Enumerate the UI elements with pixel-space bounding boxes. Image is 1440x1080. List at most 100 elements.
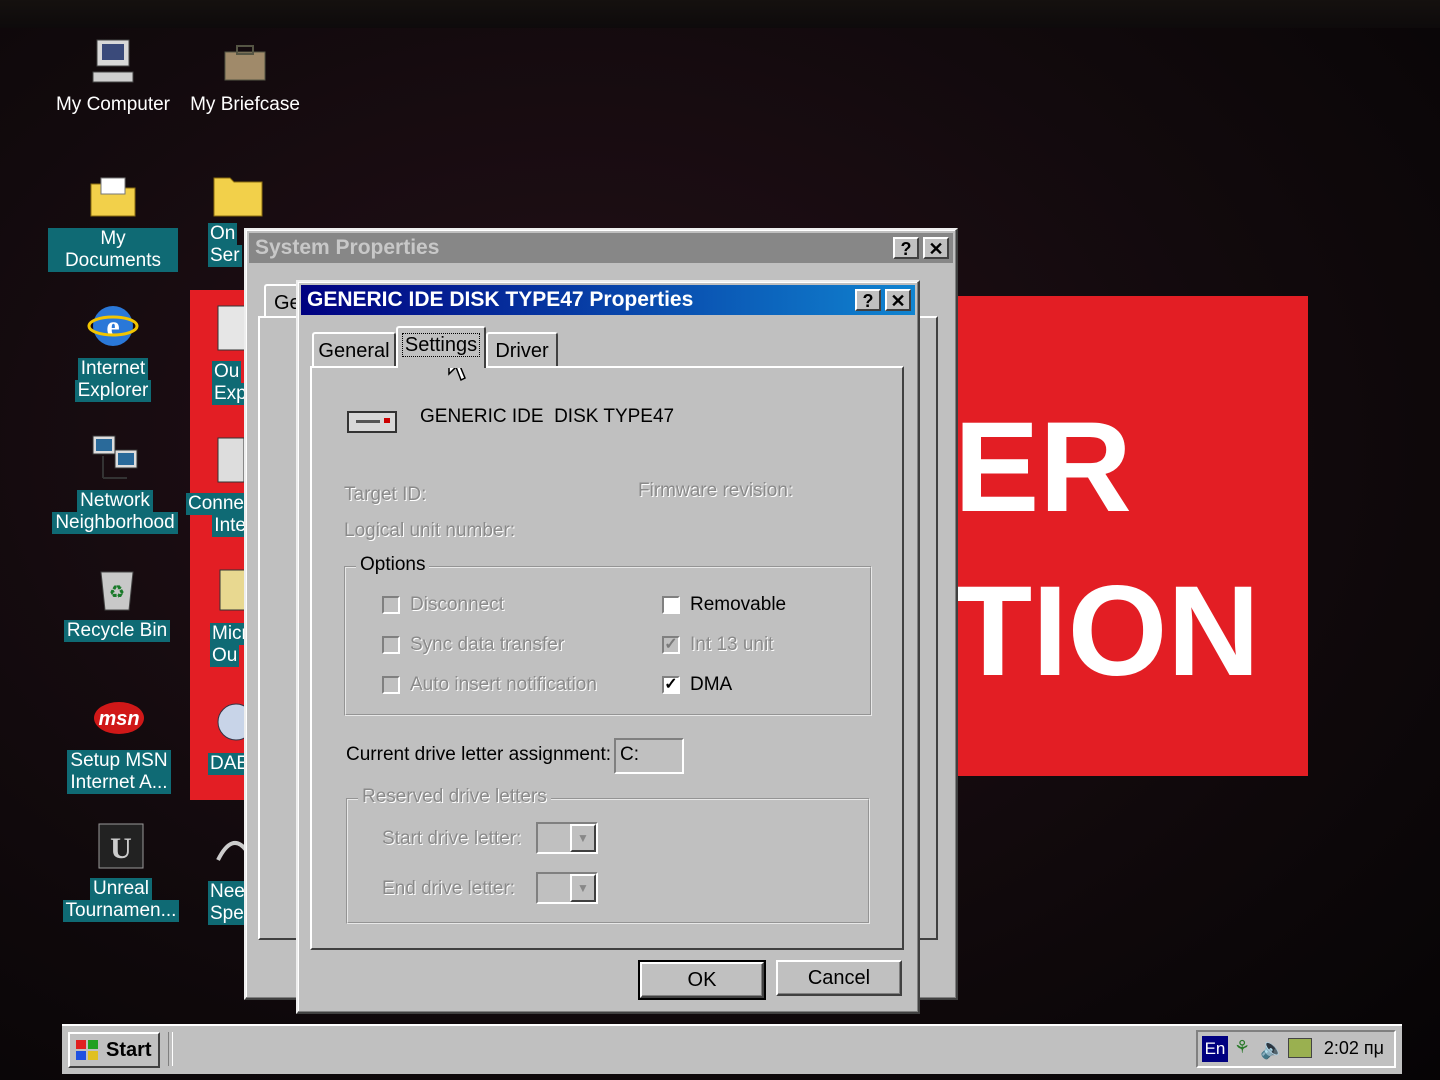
- firmware-revision-label: Firmware revision:: [638, 480, 794, 501]
- desktop-icon-label: My Computer: [55, 94, 171, 115]
- system-properties-title: System Properties: [255, 236, 440, 259]
- close-button[interactable]: ✕: [923, 237, 949, 259]
- start-drive-letter-select[interactable]: ▼: [536, 822, 598, 854]
- removable-label: Removable: [690, 594, 787, 615]
- desktop-icon-label-line2: Spe: [208, 903, 246, 925]
- desktop-icon-unreal-tournament[interactable]: U Unreal Tournamen...: [56, 820, 186, 922]
- windows-logo-icon: [76, 1040, 98, 1060]
- speed-icon: [216, 840, 248, 861]
- logical-unit-label: Logical unit number:: [344, 520, 516, 541]
- removable-checkbox[interactable]: [662, 596, 680, 614]
- desktop-icon-label-line2: Inte: [212, 515, 248, 537]
- svg-text:U: U: [110, 832, 132, 865]
- desktop-icon-label: Network: [77, 490, 153, 512]
- desktop-icon-internet-explorer[interactable]: e Internet Explorer: [48, 300, 178, 402]
- int13-checkbox[interactable]: ✓: [662, 636, 680, 654]
- auto-insert-label: Auto insert notification: [410, 674, 597, 695]
- desktop-icon-label-line2: Ser: [208, 245, 242, 267]
- desktop-icon-label: Conne: [186, 493, 246, 515]
- disconnect-label: Disconnect: [410, 594, 504, 615]
- svg-text:♻: ♻: [109, 582, 125, 602]
- cancel-button[interactable]: Cancel: [776, 960, 902, 996]
- wallpaper-text-er: ER: [954, 396, 1132, 539]
- volume-icon[interactable]: 🔈: [1260, 1036, 1285, 1061]
- desktop-icon-label: Unreal: [90, 878, 152, 900]
- auto-insert-checkbox[interactable]: [382, 676, 400, 694]
- desktop-icon-recycle-bin[interactable]: ♻ Recycle Bin: [52, 562, 182, 642]
- close-button[interactable]: ✕: [885, 289, 911, 311]
- chevron-down-icon: ▼: [570, 874, 596, 902]
- end-drive-letter-label: End drive letter:: [382, 878, 516, 899]
- computer-icon: [87, 36, 139, 88]
- svg-text:e: e: [106, 310, 119, 343]
- start-button[interactable]: Start: [68, 1032, 160, 1068]
- clock[interactable]: 2:02 пμ: [1324, 1038, 1384, 1059]
- end-drive-letter-select[interactable]: ▼: [536, 872, 598, 904]
- unreal-icon: U: [95, 820, 147, 872]
- start-label: Start: [106, 1039, 152, 1061]
- monitor-bezel: [0, 0, 1440, 30]
- quick-launch-divider: [168, 1032, 173, 1066]
- desktop-icon-label-line2: Explorer: [74, 380, 152, 402]
- system-properties-titlebar[interactable]: System Properties ? ✕: [249, 233, 953, 263]
- options-title: Options: [356, 554, 430, 576]
- dma-checkbox[interactable]: ✓: [662, 676, 680, 694]
- desktop-icon-label: My Briefcase: [190, 94, 300, 115]
- desktop-icon-my-briefcase[interactable]: My Briefcase: [180, 36, 310, 116]
- tab-settings[interactable]: Settings: [396, 326, 486, 368]
- desktop-icon-label-line2: Internet A...: [67, 772, 171, 794]
- recycle-bin-icon: ♻: [91, 562, 143, 614]
- device-name: GENERIC IDE DISK TYPE47: [420, 406, 675, 427]
- desktop-icon-label: Setup MSN: [67, 750, 171, 772]
- desktop-icon-label: Internet: [77, 358, 149, 380]
- desktop-icon-connect-internet[interactable]: Conne Inte: [186, 432, 248, 537]
- drive-letter-field[interactable]: C:: [614, 738, 684, 774]
- desktop-icon-label: Ou: [212, 361, 242, 383]
- reserved-drive-letters-groupbox: Reserved drive letters Start drive lette…: [346, 786, 870, 924]
- desktop-icon-label: Nee: [208, 881, 247, 903]
- briefcase-icon: [219, 36, 271, 88]
- wallpaper-text-tion: TION: [954, 560, 1260, 703]
- options-groupbox: Options Disconnect Sync data transfer Au…: [344, 554, 872, 716]
- disk-properties-titlebar[interactable]: GENERIC IDE DISK TYPE47 Properties ? ✕: [301, 285, 915, 315]
- desktop-icon-label-line2: Ou: [210, 645, 240, 667]
- desktop-icon-label-line2: Tournamen...: [62, 900, 180, 922]
- desktop-icon-my-documents[interactable]: My Documents: [48, 170, 178, 272]
- dialog-title: GENERIC IDE DISK TYPE47 Properties: [307, 288, 694, 311]
- desktop-icon-label: My Documents: [48, 228, 178, 272]
- tab-general[interactable]: General: [312, 332, 396, 366]
- start-drive-letter-label: Start drive letter:: [382, 828, 522, 849]
- connect-icon: [217, 437, 245, 483]
- language-indicator[interactable]: En: [1202, 1036, 1228, 1062]
- desktop-icon-my-computer[interactable]: My Computer: [48, 36, 178, 116]
- disconnect-checkbox[interactable]: [382, 596, 400, 614]
- display-tray-icon[interactable]: [1288, 1038, 1312, 1058]
- drive-letter-label: Current drive letter assignment:: [346, 744, 612, 765]
- svg-text:msn: msn: [98, 708, 139, 730]
- desktop-icon-label-line2: Neighborhood: [52, 512, 178, 534]
- system-tray: En ⚘ 🔈 2:02 пμ: [1196, 1030, 1396, 1068]
- sync-data-transfer-label: Sync data transfer: [410, 634, 565, 655]
- disk-properties-dialog[interactable]: GENERIC IDE DISK TYPE47 Properties ? ✕ G…: [296, 280, 920, 1014]
- help-button[interactable]: ?: [855, 289, 881, 311]
- network-icon: [89, 432, 141, 484]
- internet-explorer-icon: e: [87, 300, 139, 352]
- cd-icon: [217, 703, 255, 741]
- network-tray-icon[interactable]: ⚘: [1234, 1037, 1250, 1058]
- tab-driver[interactable]: Driver: [486, 332, 558, 366]
- folder-icon: [213, 177, 263, 217]
- ok-button[interactable]: OK: [638, 960, 766, 1000]
- desktop-icon-setup-msn[interactable]: msn Setup MSN Internet A...: [54, 692, 184, 794]
- taskbar: Start En ⚘ 🔈 2:02 пμ: [62, 1024, 1402, 1074]
- desktop-icon-label: Recycle Bin: [63, 620, 171, 642]
- target-id-label: Target ID:: [344, 484, 427, 505]
- desktop-icon-network-neighborhood[interactable]: Network Neighborhood: [50, 432, 180, 534]
- help-button[interactable]: ?: [893, 237, 919, 259]
- hard-disk-icon: [347, 411, 397, 433]
- msn-icon: msn: [93, 692, 145, 744]
- sync-data-transfer-checkbox[interactable]: [382, 636, 400, 654]
- dma-label: DMA: [690, 674, 733, 695]
- int13-label: Int 13 unit: [690, 634, 774, 655]
- reserved-title: Reserved drive letters: [358, 786, 551, 808]
- documents-folder-icon: [87, 170, 139, 222]
